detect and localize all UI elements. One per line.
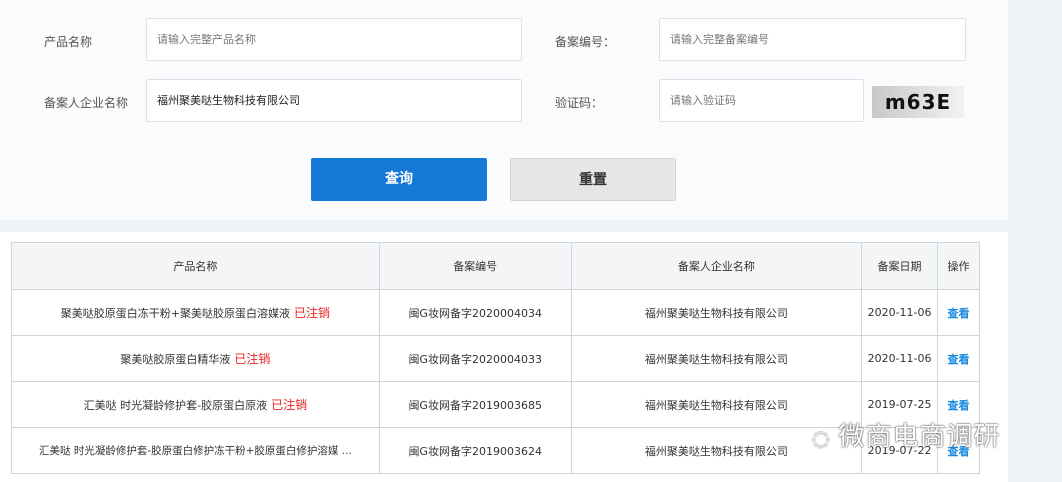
- view-link[interactable]: 查看: [948, 399, 970, 412]
- header-product-name: 产品名称: [11, 242, 380, 290]
- table-header: 产品名称 备案编号 备案人企业名称 备案日期 操作: [11, 242, 980, 290]
- product-name-cell: 汇美哒 时光凝龄修护套-胶原蛋白修护冻干粉+胶原蛋白修护溶媒 ...: [11, 427, 380, 474]
- product-name: 聚美哒胶原蛋白精华液: [120, 353, 231, 366]
- product-name: 汇美哒 时光凝龄修护套-胶原蛋白修护冻干粉+胶原蛋白修护溶媒 ...: [39, 445, 352, 457]
- product-name-input[interactable]: 请输入完整产品名称: [146, 18, 522, 61]
- product-name-cell: 聚美哒胶原蛋白精华液 已注销: [11, 335, 380, 382]
- reg-no-label: 备案编号：: [555, 35, 616, 49]
- product-name-cell: 聚美哒胶原蛋白冻干粉+聚美哒胶原蛋白溶媒液 已注销: [11, 289, 380, 336]
- product-name: 聚美哒胶原蛋白冻干粉+聚美哒胶原蛋白溶媒液: [60, 307, 290, 320]
- watermark-text: 微商电商调研: [838, 422, 1001, 452]
- view-link[interactable]: 查看: [948, 307, 970, 320]
- table-row: 聚美哒胶原蛋白精华液 已注销 闽G妆网备字2020004033 福州聚美哒生物科技…: [11, 335, 980, 382]
- captcha-label: 验证码：: [555, 96, 604, 110]
- reg-no-cell: 闽G妆网备字2020004033: [378, 335, 572, 382]
- header-reg-no: 备案编号: [378, 242, 572, 290]
- company-cell: 福州聚美哒生物科技有限公司: [570, 289, 863, 336]
- watermark: ◌ 微商电商调研: [812, 416, 1000, 453]
- status-badge: 已注销: [234, 352, 271, 366]
- reg-no-input[interactable]: 请输入完整备案编号: [659, 18, 966, 61]
- search-form: 产品名称 请输入完整产品名称 备案编号： 请输入完整备案编号 备案人企业名称 福…: [0, 0, 1008, 220]
- status-badge: 已注销: [271, 398, 308, 412]
- wechat-icon: ◌: [812, 426, 831, 450]
- product-name-label: 产品名称: [44, 35, 93, 49]
- header-action: 操作: [937, 242, 980, 290]
- reset-button[interactable]: 重置: [510, 158, 676, 201]
- company-input[interactable]: 福州聚美哒生物科技有限公司: [146, 79, 522, 122]
- header-company: 备案人企业名称: [570, 242, 863, 290]
- header-date: 备案日期: [861, 242, 939, 290]
- captcha-image[interactable]: m63E: [872, 86, 964, 118]
- captcha-input[interactable]: 请输入验证码: [659, 79, 864, 122]
- table-row: 聚美哒胶原蛋白冻干粉+聚美哒胶原蛋白溶媒液 已注销 闽G妆网备字202000403…: [11, 289, 980, 336]
- company-cell: 福州聚美哒生物科技有限公司: [570, 335, 863, 382]
- status-badge: 已注销: [294, 306, 331, 320]
- query-button[interactable]: 查询: [311, 158, 487, 201]
- date-cell: 2020-11-06: [861, 289, 939, 336]
- company-label: 备案人企业名称: [44, 96, 129, 110]
- product-name: 汇美哒 时光凝龄修护套-胶原蛋白原液: [83, 399, 268, 412]
- reg-no-cell: 闽G妆网备字2019003624: [378, 427, 572, 474]
- date-cell: 2020-11-06: [861, 335, 939, 382]
- product-name-cell: 汇美哒 时光凝龄修护套-胶原蛋白原液 已注销: [11, 381, 380, 428]
- reg-no-cell: 闽G妆网备字2019003685: [378, 381, 572, 428]
- reg-no-cell: 闽G妆网备字2020004034: [378, 289, 572, 336]
- view-link[interactable]: 查看: [948, 353, 970, 366]
